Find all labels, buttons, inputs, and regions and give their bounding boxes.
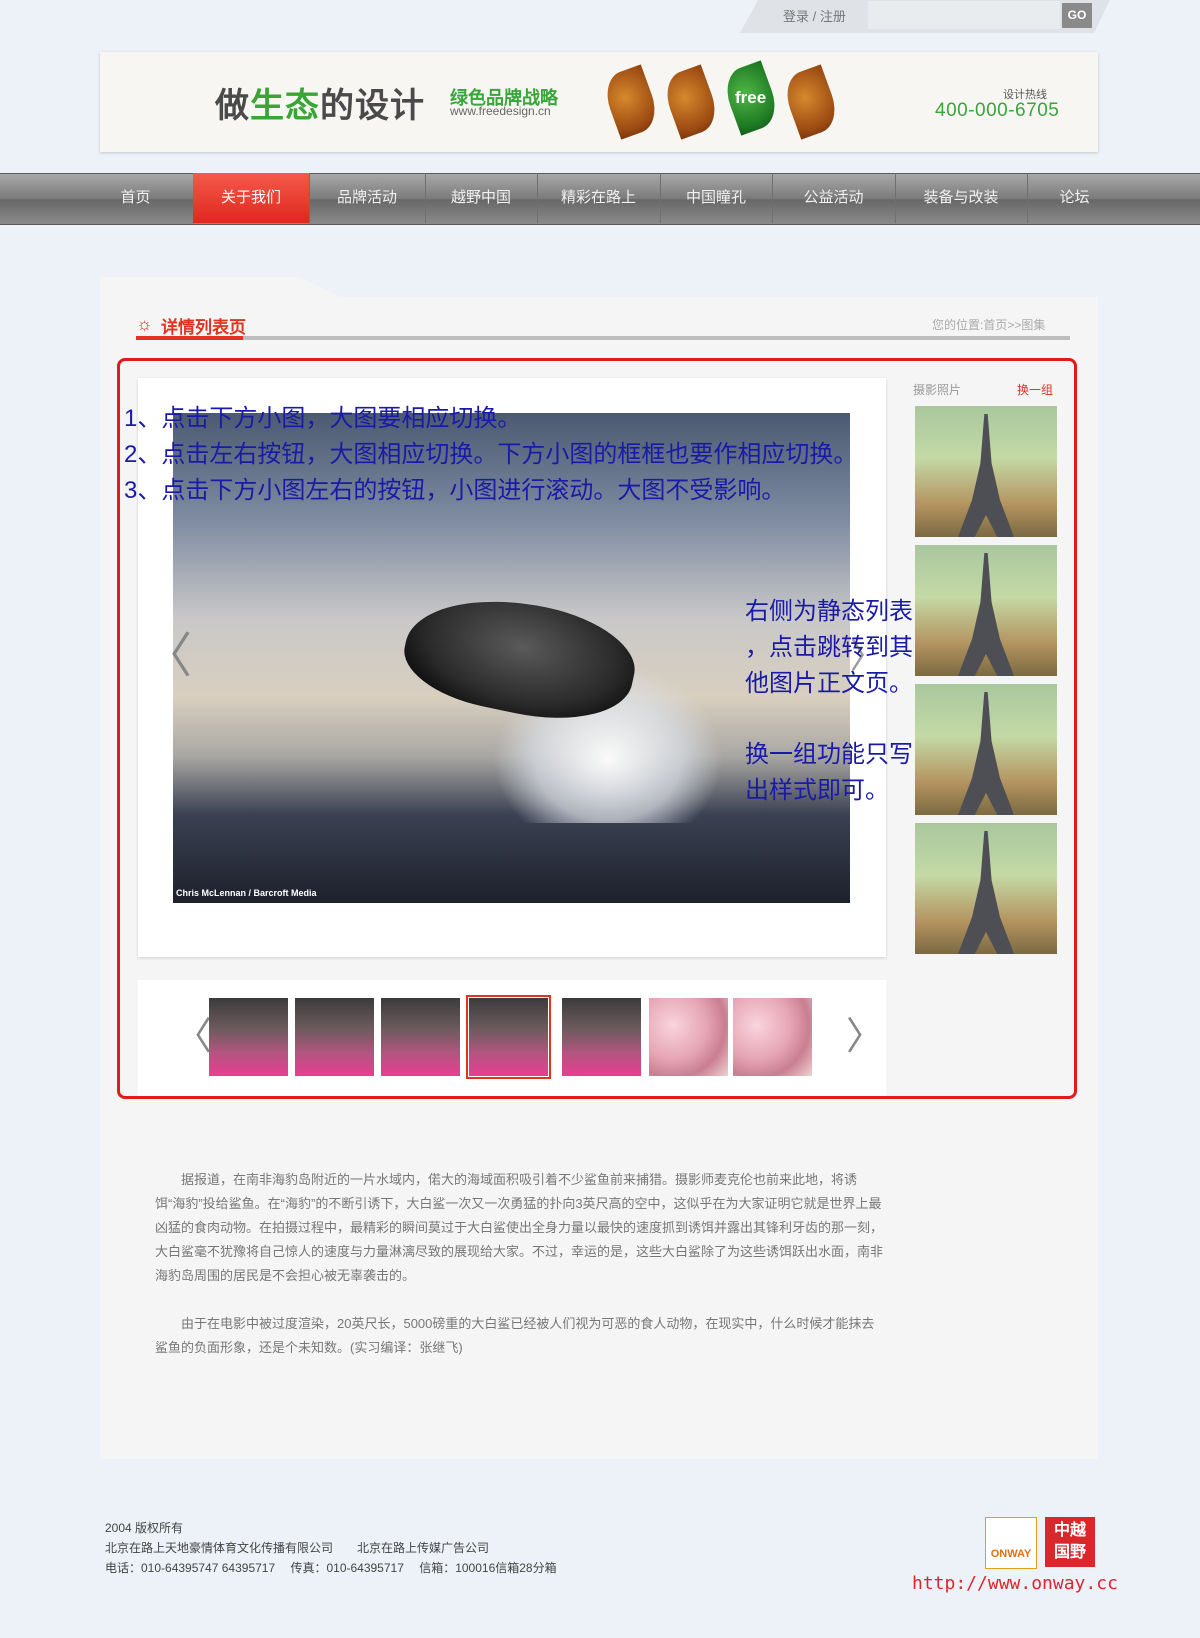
onway-logo[interactable]: ONWAY bbox=[985, 1517, 1037, 1569]
thumbs-prev-button[interactable]: 〈 bbox=[174, 1017, 212, 1055]
search-input[interactable] bbox=[868, 1, 1060, 29]
thumbs-next-button[interactable]: 〉 bbox=[846, 1017, 884, 1055]
footer-companies: 北京在路上天地豪情体育文化传播有限公司 北京在路上传媒广告公司 bbox=[105, 1541, 490, 1555]
nav-item-on-the-road[interactable]: 精彩在路上 bbox=[537, 173, 661, 223]
onway-url[interactable]: http://www.onway.cc bbox=[912, 1573, 1118, 1594]
nav-item-brand-events[interactable]: 品牌活动 bbox=[309, 173, 426, 223]
brand-url: www.freedesign.cn bbox=[450, 104, 551, 118]
hotline-number: 400-000-6705 bbox=[935, 100, 1060, 121]
slogan: 做生态的设计 bbox=[215, 87, 425, 125]
nav-item-offroad-china[interactable]: 越野中国 bbox=[425, 173, 538, 223]
breadcrumb[interactable]: 您的位置:首页>>图集 bbox=[932, 316, 1045, 333]
footer-copyright: 2004 版权所有 bbox=[105, 1521, 184, 1535]
page-title: 详情列表页 bbox=[161, 318, 246, 337]
nav-item-charity[interactable]: 公益活动 bbox=[772, 173, 896, 223]
go-button[interactable]: GO bbox=[1062, 3, 1092, 28]
thumbnail[interactable] bbox=[649, 998, 728, 1076]
thumbnail[interactable] bbox=[209, 998, 288, 1076]
thumbnail-selected[interactable] bbox=[466, 995, 551, 1079]
article-body-2: 由于在电影中被过度渲染，20英尺长，5000磅重的大白鲨已经被人们视为可恶的食人… bbox=[155, 1312, 885, 1360]
login-register-link[interactable]: 登录 / 注册 bbox=[783, 6, 846, 25]
article-body: 据报道，在南非海豹岛附近的一片水域内，偌大的海域面积吸引着不少鲨鱼前来捕猎。摄影… bbox=[155, 1168, 885, 1288]
thumbnail[interactable] bbox=[295, 998, 374, 1076]
thumbnail[interactable] bbox=[381, 998, 460, 1076]
nav-item-forum[interactable]: 论坛 bbox=[1027, 173, 1122, 223]
footer-contact: 电话：010-64395747 64395717 传真：010-64395717… bbox=[105, 1561, 557, 1575]
thumbnail[interactable] bbox=[733, 998, 812, 1076]
nav-item-china-pupil[interactable]: 中国瞳孔 bbox=[660, 173, 773, 223]
zhongyue-logo[interactable]: 中越 国野 bbox=[1045, 1517, 1095, 1567]
title-divider bbox=[136, 336, 1070, 340]
nav-item-equipment[interactable]: 装备与改装 bbox=[895, 173, 1028, 223]
article-paragraph-2: 由于在电影中被过度渲染，20英尺长，5000磅重的大白鲨已经被人们视为可恶的食人… bbox=[155, 1316, 875, 1355]
thumbnail[interactable] bbox=[562, 998, 641, 1076]
sun-icon: ☼ bbox=[136, 314, 153, 334]
nav-item-about[interactable]: 关于我们 bbox=[193, 173, 310, 223]
article-paragraph-1: 据报道，在南非海豹岛附近的一片水域内，偌大的海域面积吸引着不少鲨鱼前来捕猎。摄影… bbox=[155, 1172, 884, 1283]
title-divider-accent bbox=[136, 336, 243, 340]
nav-item-home[interactable]: 首页 bbox=[78, 173, 194, 223]
